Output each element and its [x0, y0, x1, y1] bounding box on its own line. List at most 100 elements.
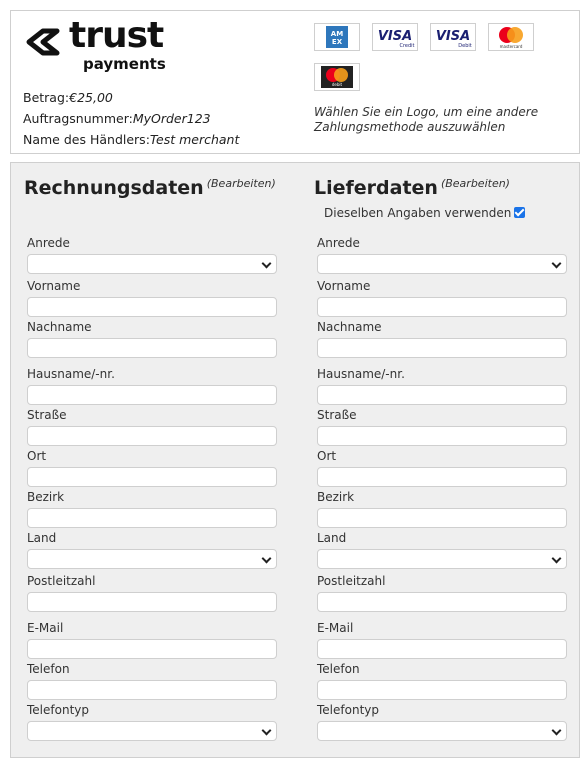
- billing-input[interactable]: [27, 385, 277, 405]
- svg-text:VISA: VISA: [378, 29, 412, 44]
- billing-field-11: Telefon: [27, 662, 277, 700]
- delivery-field-label: Land: [317, 531, 347, 545]
- delivery-field-2: Vorname: [317, 279, 567, 317]
- billing-field-3: Nachname: [27, 320, 277, 358]
- delivery-field-5: Straße: [317, 408, 567, 446]
- delivery-field-3: Nachname: [317, 320, 567, 358]
- delivery-input[interactable]: [317, 338, 567, 358]
- billing-field-label: Ort: [27, 449, 47, 463]
- delivery-input[interactable]: [317, 680, 567, 700]
- order-number-row: Auftragsnummer:MyOrder123: [23, 108, 239, 129]
- delivery-input[interactable]: [317, 426, 567, 446]
- billing-input[interactable]: [27, 297, 277, 317]
- mastercard-debit-icon: debit: [321, 66, 353, 88]
- delivery-field-9: Postleitzahl: [317, 574, 567, 612]
- svg-text:Credit: Credit: [399, 43, 414, 49]
- delivery-field-10: E-Mail: [317, 621, 567, 659]
- delivery-title: Lieferdaten: [314, 177, 438, 199]
- billing-input[interactable]: [27, 426, 277, 446]
- delivery-field-label: Telefon: [317, 662, 360, 676]
- billing-field-label: Anrede: [27, 236, 70, 250]
- delivery-field-label: Nachname: [317, 320, 382, 334]
- delivery-select[interactable]: [317, 254, 567, 274]
- brand-subtitle: payments: [83, 55, 166, 73]
- mastercard-icon: mastercard: [499, 27, 523, 49]
- billing-input[interactable]: [27, 338, 277, 358]
- billing-input[interactable]: [27, 680, 277, 700]
- delivery-field-7: Bezirk: [317, 490, 567, 528]
- billing-field-8: Land: [27, 531, 277, 569]
- address-form-panel: Rechnungsdaten (Bearbeiten) Anrede Vorname…: [10, 162, 580, 758]
- billing-field-label: Bezirk: [27, 490, 65, 504]
- delivery-field-4: Hausname/-nr.: [317, 367, 567, 405]
- delivery-field-1: Anrede: [317, 236, 567, 274]
- visa-debit-icon: VISA Debit: [436, 29, 472, 49]
- svg-text:AM: AM: [331, 30, 343, 38]
- billing-field-label: Hausname/-nr.: [27, 367, 115, 381]
- same-as-billing-checkbox[interactable]: [514, 207, 526, 218]
- delivery-field-label: Vorname: [317, 279, 371, 293]
- delivery-field-11: Telefon: [317, 662, 567, 700]
- delivery-field-label: Straße: [317, 408, 357, 422]
- visa-debit-logo-button[interactable]: VISA Debit: [430, 23, 476, 51]
- delivery-select[interactable]: [317, 549, 567, 569]
- delivery-heading: Lieferdaten (Bearbeiten): [314, 177, 510, 199]
- billing-field-6: Ort: [27, 449, 277, 487]
- delivery-input[interactable]: [317, 467, 567, 487]
- billing-input[interactable]: [27, 592, 277, 612]
- billing-field-10: E-Mail: [27, 621, 277, 659]
- delivery-select[interactable]: [317, 721, 567, 741]
- mastercard-debit-logo-button[interactable]: debit: [314, 63, 360, 91]
- delivery-input[interactable]: [317, 297, 567, 317]
- delivery-field-6: Ort: [317, 449, 567, 487]
- billing-field-2: Vorname: [27, 279, 277, 317]
- billing-field-label: Telefontyp: [27, 703, 89, 717]
- svg-text:Debit: Debit: [458, 43, 471, 49]
- brand-name: trust: [69, 15, 164, 56]
- billing-heading: Rechnungsdaten (Bearbeiten): [24, 177, 276, 199]
- billing-select[interactable]: [27, 549, 277, 569]
- trust-logo-mark-icon: [26, 28, 60, 56]
- merchant-row: Name des Händlers:Test merchant: [23, 129, 239, 150]
- billing-field-7: Bezirk: [27, 490, 277, 528]
- billing-field-label: Straße: [27, 408, 67, 422]
- delivery-field-label: Ort: [317, 449, 337, 463]
- delivery-field-12: Telefontyp: [317, 703, 567, 741]
- amount-value: €25,00: [69, 90, 113, 105]
- billing-field-5: Straße: [27, 408, 277, 446]
- billing-select[interactable]: [27, 254, 277, 274]
- billing-select[interactable]: [27, 721, 277, 741]
- svg-text:mastercard: mastercard: [500, 44, 523, 49]
- delivery-edit-link[interactable]: (Bearbeiten): [441, 177, 510, 190]
- visa-credit-logo-button[interactable]: VISA Credit: [372, 23, 418, 51]
- billing-input[interactable]: [27, 467, 277, 487]
- billing-field-label: Vorname: [27, 279, 81, 293]
- same-as-billing-option[interactable]: Dieselben Angaben verwenden: [324, 206, 526, 220]
- delivery-field-label: Postleitzahl: [317, 574, 386, 588]
- billing-field-label: Telefon: [27, 662, 70, 676]
- billing-edit-link[interactable]: (Bearbeiten): [207, 177, 276, 190]
- delivery-input[interactable]: [317, 508, 567, 528]
- svg-text:EX: EX: [332, 38, 343, 46]
- delivery-input[interactable]: [317, 385, 567, 405]
- billing-input[interactable]: [27, 508, 277, 528]
- order-number-value: MyOrder123: [132, 111, 211, 126]
- order-number-label: Auftragsnummer:: [23, 111, 133, 126]
- mastercard-logo-button[interactable]: mastercard: [488, 23, 534, 51]
- delivery-field-label: Anrede: [317, 236, 360, 250]
- amount-label: Betrag:: [23, 90, 70, 105]
- billing-input[interactable]: [27, 639, 277, 659]
- billing-field-1: Anrede: [27, 236, 277, 274]
- payment-method-hint: Wählen Sie ein Logo, um eine andere Zahl…: [314, 105, 539, 134]
- billing-field-9: Postleitzahl: [27, 574, 277, 612]
- svg-text:debit: debit: [332, 82, 343, 87]
- visa-credit-icon: VISA Credit: [378, 29, 415, 49]
- amount-row: Betrag:€25,00: [23, 87, 239, 108]
- trust-payments-logo: trust payments: [23, 15, 166, 77]
- amex-icon: AM EX: [326, 26, 348, 48]
- delivery-input[interactable]: [317, 639, 567, 659]
- amex-logo-button[interactable]: AM EX: [314, 23, 360, 51]
- order-details: Betrag:€25,00 Auftragsnummer:MyOrder123 …: [23, 87, 239, 150]
- billing-title: Rechnungsdaten: [24, 177, 204, 199]
- delivery-input[interactable]: [317, 592, 567, 612]
